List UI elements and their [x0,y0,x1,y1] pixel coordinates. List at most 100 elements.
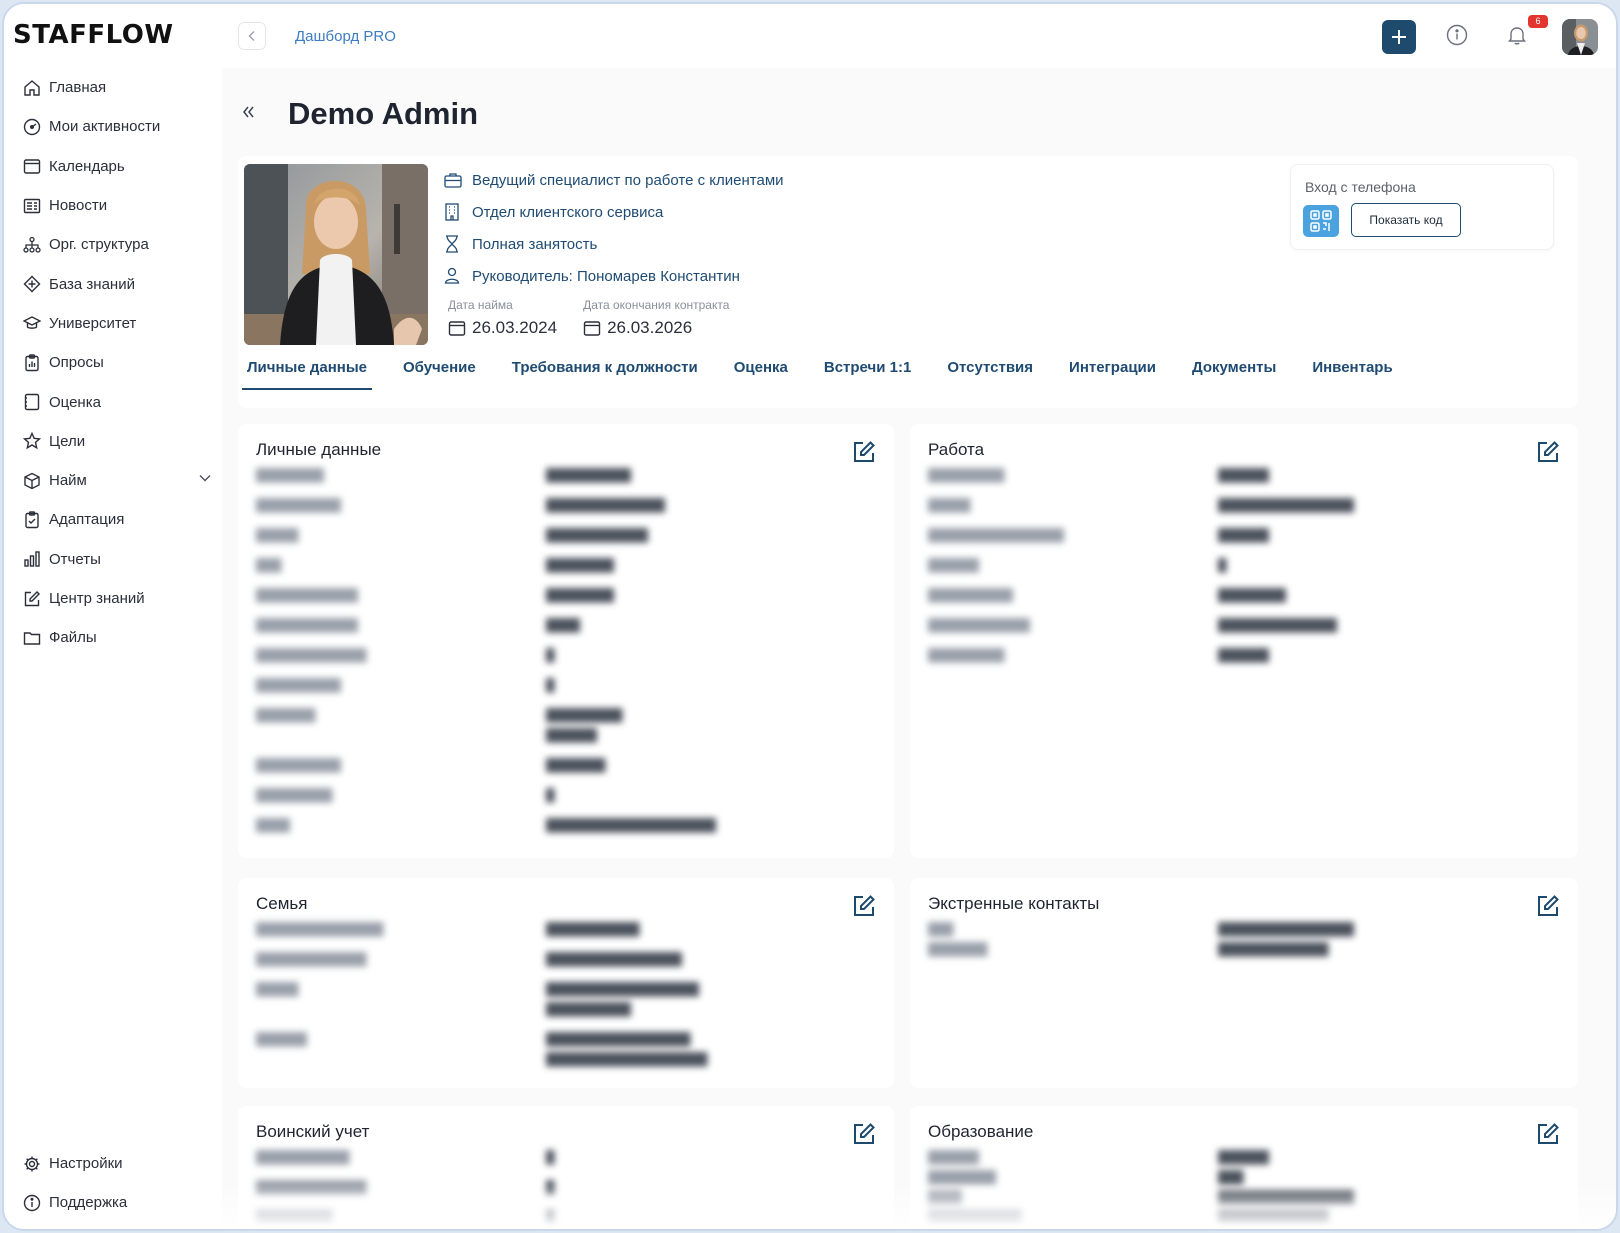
sidebar-item-knowledge-base[interactable]: База знаний [22,264,212,303]
sidebar-item-surveys[interactable]: Опросы [22,343,212,382]
folder-icon [22,628,42,648]
sidebar-item-university[interactable]: Университет [22,304,212,343]
sidebar-item-reports[interactable]: Отчеты [22,540,212,579]
collapse-double-chevron-icon[interactable] [240,104,256,125]
sidebar-item-label: Настройки [49,1155,123,1173]
blurred-fields: █████████ ██████ █████ ████████████████ ██… [928,468,1355,662]
tab-training[interactable]: Обучение [402,354,477,390]
employment-row: Полная занятость [444,228,784,260]
edit-icon[interactable] [1536,894,1560,918]
tab-integrations[interactable]: Интеграции [1068,354,1157,390]
evaluation-icon [22,392,42,412]
edit-icon[interactable] [852,894,876,918]
page-title: Demo Admin [288,96,479,131]
chevron-down-icon[interactable] [198,471,212,489]
sidebar-item-calendar[interactable]: Календарь [22,147,212,186]
breadcrumb-dashboard-pro[interactable]: Дашборд PRO [295,28,396,45]
org-structure-icon [22,235,42,255]
sidebar-item-label: Цели [49,432,86,450]
position-text: Ведущий специалист по работе с клиентами [472,171,784,189]
sidebar-item-news[interactable]: Новости [22,186,212,225]
gear-icon [22,1154,42,1174]
sidebar-nav: Главная Мои активности Календарь Новости… [22,68,212,657]
department-text: Отдел клиентского сервиса [472,203,664,221]
sidebar-item-activities[interactable]: Мои активности [22,107,212,146]
help-button[interactable] [1446,24,1468,51]
knowledge-base-icon [22,274,42,294]
panel-title: Личные данные [256,440,382,459]
tab-job-requirements[interactable]: Требования к должности [511,354,699,390]
contract-end-date: Дата окончания контракта 26.03.2026 [583,298,729,338]
tab-inventory[interactable]: Инвентарь [1311,354,1393,390]
blurred-fields: ███ ████████████████ ███████ █████████████ [928,922,1355,956]
sidebar-item-label: Отчеты [49,550,101,568]
sidebar-item-support[interactable]: Поддержка [22,1183,212,1222]
contract-dates: Дата найма 26.03.2024 Дата окончания кон… [448,298,729,338]
sidebar-item-label: Календарь [49,157,125,175]
calendar-icon [583,321,601,336]
sidebar-item-org-structure[interactable]: Орг. структура [22,225,212,264]
contract-end-value: 26.03.2026 [607,318,693,337]
qr-code-icon[interactable] [1303,205,1339,237]
manager-text[interactable]: Руководитель: Пономарев Константин [472,268,740,285]
sidebar-item-label: Файлы [49,629,97,647]
sidebar-item-label: Главная [49,79,107,97]
sidebar-item-hiring[interactable]: Найм [22,461,212,500]
sidebar-item-label: Оценка [49,393,101,411]
sidebar-item-adaptation[interactable]: Адаптация [22,500,212,539]
sidebar-item-label: Найм [49,472,87,490]
box-icon [22,471,42,491]
sidebar-item-knowledge-center[interactable]: Центр знаний [22,579,212,618]
back-button[interactable] [238,22,266,50]
sidebar-item-label: Университет [49,314,137,332]
notifications-button[interactable] [1506,24,1528,51]
department-row: Отдел клиентского сервиса [444,196,784,228]
tab-one-on-one[interactable]: Встречи 1:1 [823,354,912,390]
edit-icon[interactable] [1536,440,1560,464]
avatar-image [1562,19,1598,55]
sidebar-item-evaluation[interactable]: Оценка [22,382,212,421]
clipboard-icon [22,510,42,530]
notifications-badge: 6 [1528,15,1548,28]
edit-icon[interactable] [852,1122,876,1146]
tab-documents[interactable]: Документы [1191,354,1277,390]
personal-data-panel: Личные данные ████████ ██████████ ███████… [238,424,894,858]
sidebar-item-settings[interactable]: Настройки [22,1144,212,1183]
show-code-button[interactable]: Показать код [1351,203,1461,237]
family-panel: Семья ███████████████ ███████████ ███████… [238,878,894,1088]
sidebar-item-label: Центр знаний [49,590,145,607]
position-row: Ведущий специалист по работе с клиентами [444,164,784,196]
sidebar-item-label: Поддержка [49,1194,128,1212]
edit-icon[interactable] [852,440,876,464]
contract-end-label: Дата окончания контракта [583,298,730,312]
plus-icon [1392,30,1406,44]
profile-photo [244,164,428,345]
tab-absences[interactable]: Отсутствия [946,354,1034,390]
survey-icon [22,353,42,373]
user-avatar[interactable] [1562,19,1598,55]
sidebar-item-home[interactable]: Главная [22,68,212,107]
briefcase-icon [444,172,464,188]
sidebar-item-files[interactable]: Файлы [22,618,212,657]
tab-personal-data[interactable]: Личные данные [242,354,372,390]
tab-evaluation[interactable]: Оценка [733,354,789,390]
sidebar-item-label: База знаний [49,275,135,293]
hourglass-icon [444,235,464,253]
sidebar-bottom-nav: Настройки Поддержка [22,1144,212,1223]
emergency-contacts-panel: Экстренные контакты ███ ████████████████ … [910,878,1578,1088]
gauge-icon [22,117,42,137]
edit-icon[interactable] [1536,1122,1560,1146]
sidebar-item-label: Адаптация [49,511,125,529]
app-logo: STAFFLOW [13,20,174,50]
add-button[interactable] [1382,20,1416,54]
work-panel: Работа █████████ ██████ █████ ████████████… [910,424,1578,858]
hire-date-label: Дата найма [448,298,513,312]
sidebar-item-label: Орг. структура [49,236,149,254]
sidebar-item-goals[interactable]: Цели [22,422,212,461]
hire-date-value: 26.03.2024 [472,318,558,337]
panel-title: Работа [928,440,985,459]
profile-info: Ведущий специалист по работе с клиентами… [444,164,784,292]
star-icon [22,431,42,451]
main-content: Дашборд PRO 6 Demo Admin Ведущий специал… [222,4,1616,1229]
employment-text: Полная занятость [472,235,598,253]
